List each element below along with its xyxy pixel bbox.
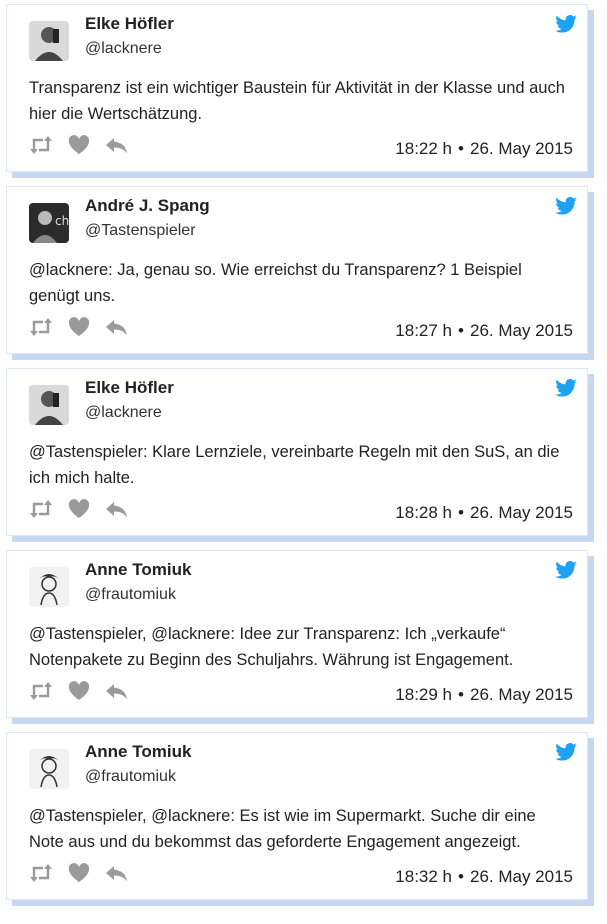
avatar[interactable] [29, 749, 69, 789]
tweet-card[interactable]: Elke Höfler @lacknere @Tastenspieler: Kl… [6, 368, 588, 536]
tweet-actions [29, 317, 129, 337]
display-name[interactable]: André J. Spang [85, 196, 210, 216]
retweet-icon[interactable] [29, 681, 53, 701]
tweet-actions [29, 135, 129, 155]
twitter-bird-icon[interactable] [555, 743, 577, 761]
username[interactable]: @lacknere [85, 40, 162, 58]
timestamp[interactable]: 18:27 h • 26. May 2015 [395, 321, 573, 341]
tweet-text: Transparenz ist ein wichtiger Baustein f… [29, 79, 565, 123]
tweet-text: @Tastenspieler, @lacknere: Idee zur Tran… [29, 625, 514, 669]
timestamp[interactable]: 18:29 h • 26. May 2015 [395, 685, 573, 705]
reply-icon[interactable] [105, 135, 129, 155]
heart-icon[interactable] [67, 863, 91, 883]
timestamp[interactable]: 18:22 h • 26. May 2015 [395, 139, 573, 159]
twitter-bird-icon[interactable] [555, 561, 577, 579]
display-name[interactable]: Anne Tomiuk [85, 742, 191, 762]
avatar[interactable] [29, 21, 69, 61]
tweet-card[interactable]: Elke Höfler @lacknere Transparenz ist ei… [6, 4, 588, 172]
twitter-bird-icon[interactable] [555, 15, 577, 33]
display-name[interactable]: Elke Höfler [85, 14, 174, 34]
tweet-text: @Tastenspieler, @lacknere: Es ist wie im… [29, 807, 536, 851]
display-name[interactable]: Anne Tomiuk [85, 560, 191, 580]
reply-icon[interactable] [105, 499, 129, 519]
tweet-actions [29, 499, 129, 519]
heart-icon[interactable] [67, 317, 91, 337]
reply-icon[interactable] [105, 681, 129, 701]
tweet-actions [29, 681, 129, 701]
timestamp[interactable]: 18:28 h • 26. May 2015 [395, 503, 573, 523]
tweet-card[interactable]: Anne Tomiuk @frautomiuk @Tastenspieler, … [6, 550, 588, 718]
heart-icon[interactable] [67, 681, 91, 701]
username[interactable]: @Tastenspieler [85, 222, 196, 240]
avatar[interactable]: ch [29, 203, 69, 243]
twitter-bird-icon[interactable] [555, 379, 577, 397]
display-name[interactable]: Elke Höfler [85, 378, 174, 398]
retweet-icon[interactable] [29, 317, 53, 337]
heart-icon[interactable] [67, 499, 91, 519]
tweet-card[interactable]: ch André J. Spang @Tastenspieler @lackne… [6, 186, 588, 354]
tweet-text: @Tastenspieler: Klare Lernziele, vereinb… [29, 443, 560, 487]
svg-text:ch: ch [55, 214, 69, 228]
reply-icon[interactable] [105, 863, 129, 883]
username[interactable]: @frautomiuk [85, 586, 176, 604]
tweet-actions [29, 863, 129, 883]
retweet-icon[interactable] [29, 135, 53, 155]
heart-icon[interactable] [67, 135, 91, 155]
tweet-feed: Elke Höfler @lacknere Transparenz ist ei… [0, 0, 607, 924]
retweet-icon[interactable] [29, 863, 53, 883]
username[interactable]: @frautomiuk [85, 768, 176, 786]
retweet-icon[interactable] [29, 499, 53, 519]
avatar[interactable] [29, 567, 69, 607]
twitter-bird-icon[interactable] [555, 197, 577, 215]
timestamp[interactable]: 18:32 h • 26. May 2015 [395, 867, 573, 887]
avatar[interactable] [29, 385, 69, 425]
reply-icon[interactable] [105, 317, 129, 337]
username[interactable]: @lacknere [85, 404, 162, 422]
tweet-text: @lacknere: Ja, genau so. Wie erreichst d… [29, 261, 522, 305]
tweet-card[interactable]: Anne Tomiuk @frautomiuk @Tastenspieler, … [6, 732, 588, 900]
